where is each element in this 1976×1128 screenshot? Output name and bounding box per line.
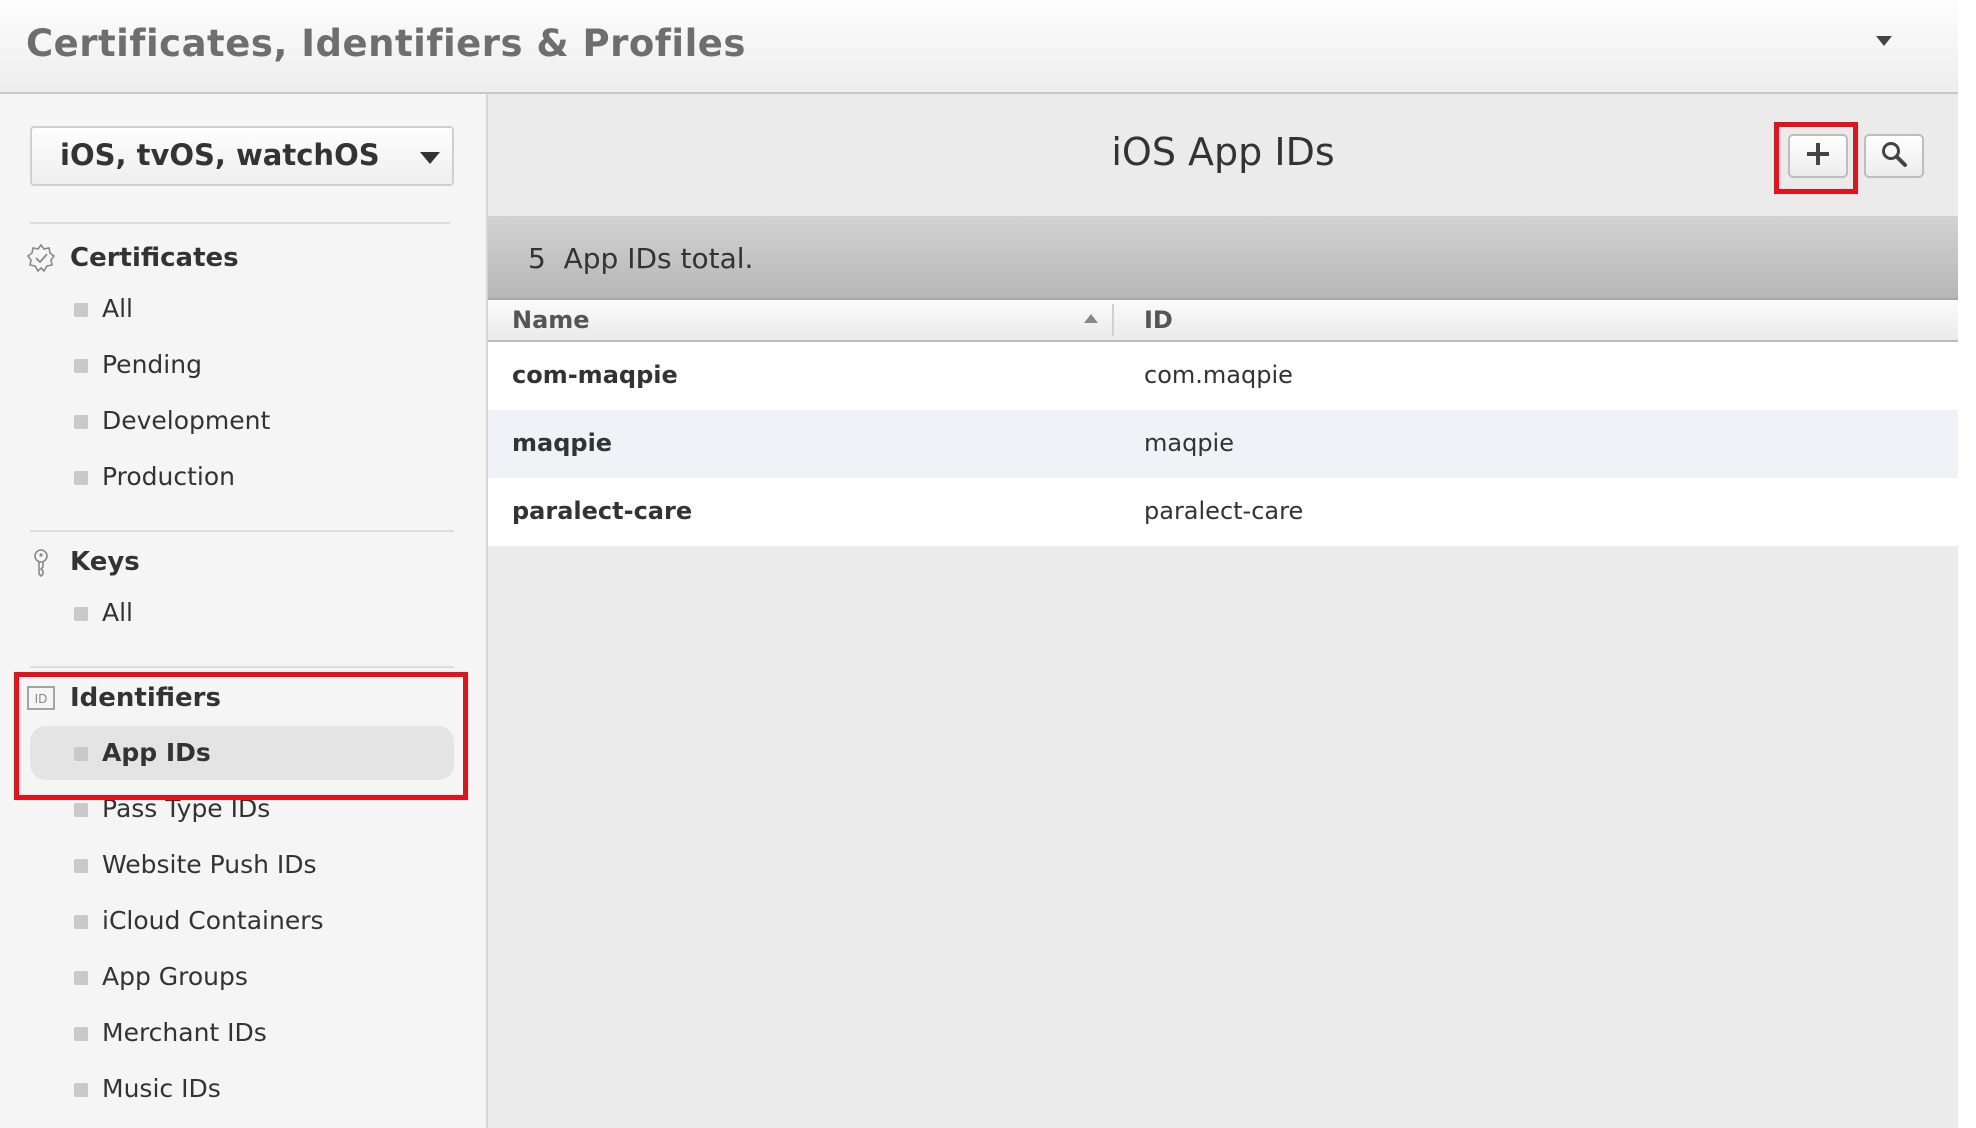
- sidebar-divider: [30, 530, 454, 532]
- key-icon: [26, 547, 56, 578]
- app-ids-total: 5 App IDs total.: [528, 242, 754, 275]
- sidebar-item-label: Pass Type IDs: [102, 794, 271, 823]
- sidebar-item-app-ids[interactable]: App IDs: [30, 726, 454, 780]
- right-gutter: [1958, 0, 1976, 1128]
- table-header: Name ID: [488, 300, 1958, 342]
- sidebar-item-label: Merchant IDs: [102, 1018, 267, 1047]
- section-label-certificates: Certificates: [70, 243, 239, 273]
- section-keys: Keys: [26, 540, 140, 584]
- table-row[interactable]: com-maqpie com.maqpie: [488, 342, 1958, 410]
- platform-select[interactable]: iOS, tvOS, watchOS: [30, 126, 454, 186]
- summary-bar: 5 App IDs total.: [488, 218, 1958, 300]
- main-content: iOS App IDs 5 App IDs total. Name ID com…: [488, 94, 1958, 1128]
- column-divider: [1112, 304, 1114, 336]
- cell-id: paralect-care: [1144, 497, 1304, 525]
- sidebar-item-label: Website Push IDs: [102, 850, 317, 879]
- toolbar: iOS App IDs: [488, 94, 1958, 218]
- id-icon: ID: [26, 683, 56, 713]
- sidebar: iOS, tvOS, watchOS Certificates All Pend…: [0, 94, 488, 1128]
- sidebar-item-label: All: [102, 598, 133, 627]
- sidebar-item-label: Pending: [102, 350, 202, 379]
- bullet-icon: [74, 859, 88, 873]
- sidebar-item-label: Development: [102, 406, 271, 435]
- bullet-icon: [74, 607, 88, 621]
- sidebar-item-pass-type-ids[interactable]: Pass Type IDs: [30, 782, 454, 836]
- plus-icon: [1805, 141, 1831, 171]
- sidebar-item-merchant-ids[interactable]: Merchant IDs: [30, 1006, 454, 1060]
- bullet-icon: [74, 471, 88, 485]
- sidebar-item-app-groups[interactable]: App Groups: [30, 950, 454, 1004]
- sidebar-item-label: App Groups: [102, 962, 248, 991]
- bullet-icon: [74, 915, 88, 929]
- section-label-identifiers: Identifiers: [70, 683, 221, 713]
- sidebar-item-label: iCloud Containers: [102, 906, 324, 935]
- sidebar-item-icloud-containers[interactable]: iCloud Containers: [30, 894, 454, 948]
- table-row[interactable]: paralect-care paralect-care: [488, 478, 1958, 546]
- page-title: iOS App IDs: [1111, 130, 1335, 174]
- bullet-icon: [74, 359, 88, 373]
- bullet-icon: [74, 1083, 88, 1097]
- cell-id: com.maqpie: [1144, 361, 1293, 389]
- sidebar-item-certificates-development[interactable]: Development: [30, 394, 454, 448]
- sidebar-item-certificates-pending[interactable]: Pending: [30, 338, 454, 392]
- top-header: Certificates, Identifiers & Profiles: [0, 0, 1958, 94]
- cell-name: maqpie: [512, 429, 613, 457]
- section-identifiers: ID Identifiers: [26, 676, 221, 720]
- column-header-name[interactable]: Name: [512, 306, 590, 334]
- sidebar-item-label: Production: [102, 462, 236, 491]
- bullet-icon: [74, 803, 88, 817]
- header-title: Certificates, Identifiers & Profiles: [26, 22, 746, 65]
- bullet-icon: [74, 415, 88, 429]
- sidebar-item-music-ids[interactable]: Music IDs: [30, 1062, 454, 1116]
- sidebar-divider: [30, 222, 450, 224]
- section-certificates: Certificates: [26, 236, 239, 280]
- platform-select-value: iOS, tvOS, watchOS: [60, 138, 380, 172]
- bullet-icon: [74, 303, 88, 317]
- sidebar-item-label: App IDs: [102, 738, 211, 767]
- badge-check-icon: [26, 243, 56, 273]
- bullet-icon: [74, 747, 88, 761]
- table-row[interactable]: maqpie maqpie: [488, 410, 1958, 478]
- bullet-icon: [74, 1027, 88, 1041]
- column-header-id[interactable]: ID: [1144, 306, 1173, 334]
- svg-text:ID: ID: [35, 692, 48, 706]
- account-menu-chevron-down-icon[interactable]: [1876, 36, 1892, 46]
- sidebar-divider: [30, 666, 454, 668]
- cell-id: maqpie: [1144, 429, 1234, 457]
- sort-ascending-icon: [1084, 314, 1098, 323]
- search-button[interactable]: [1864, 134, 1924, 178]
- cell-name: com-maqpie: [512, 361, 678, 389]
- sidebar-item-label: Music IDs: [102, 1074, 221, 1103]
- sidebar-item-certificates-all[interactable]: All: [30, 282, 454, 336]
- sidebar-item-label: All: [102, 294, 133, 323]
- cell-name: paralect-care: [512, 497, 693, 525]
- sidebar-item-website-push-ids[interactable]: Website Push IDs: [30, 838, 454, 892]
- sidebar-item-certificates-production[interactable]: Production: [30, 450, 454, 504]
- bullet-icon: [74, 971, 88, 985]
- sidebar-item-keys-all[interactable]: All: [30, 586, 454, 640]
- add-button[interactable]: [1788, 134, 1848, 178]
- section-label-keys: Keys: [70, 547, 140, 577]
- chevron-down-icon: [420, 152, 440, 164]
- search-icon: [1880, 140, 1908, 172]
